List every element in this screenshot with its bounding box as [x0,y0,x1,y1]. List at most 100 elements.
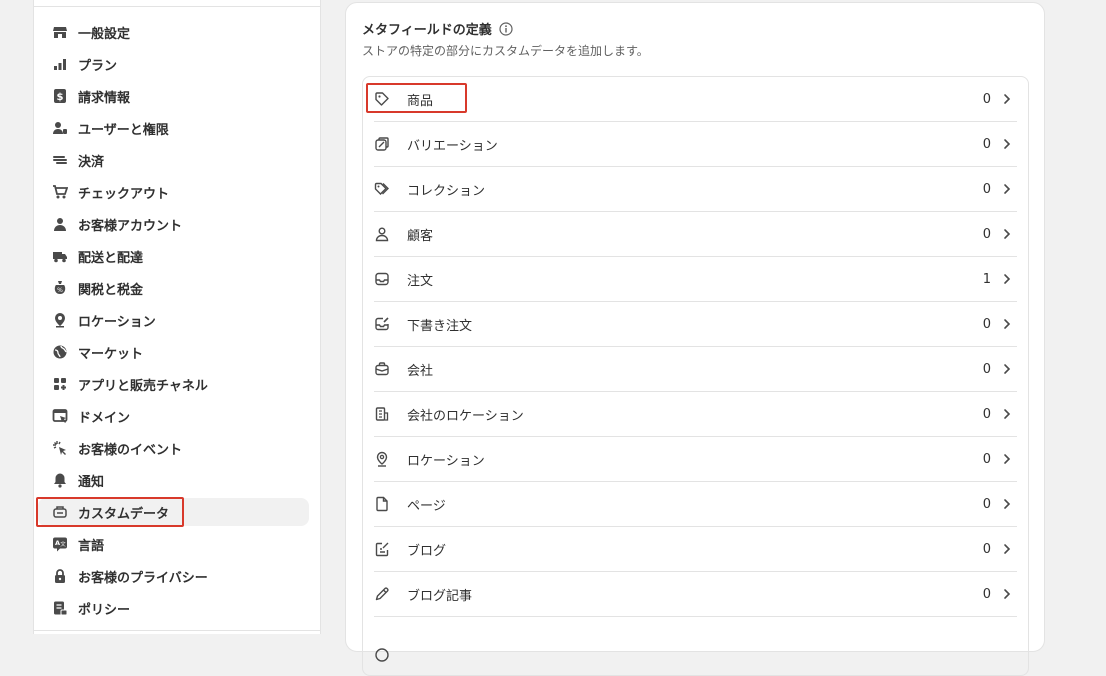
chevron-right-icon [1001,93,1013,105]
settings-sidebar: 一般設定 プラン $ 請求情報 ユーザーと権限 決済 チェックアウト お客様アカ… [33,0,321,634]
sidebar-item-domains[interactable]: ドメイン [38,402,309,430]
resource-row-count: 0 [982,181,991,197]
sidebar-item-label: カスタムデータ [78,506,170,522]
resource-row-label: 商品 [407,93,434,109]
resource-row-label: コレクション [407,183,486,199]
sidebar-item-label: アプリと販売チャネル [78,378,208,394]
chevron-right-icon [1001,453,1013,465]
sidebar-item-customer-accounts[interactable]: お客様アカウント [38,210,309,238]
chevron-right-icon [1001,318,1013,330]
resource-row-draft-orders[interactable]: 下書き注文 0 [374,302,1017,347]
resource-row-variants[interactable]: バリエーション 0 [374,122,1017,167]
sidebar-divider-top [34,6,320,7]
resource-row-count: 0 [982,136,991,152]
sidebar-item-label: 請求情報 [78,90,131,106]
sidebar-item-label: マーケット [78,346,144,362]
sidebar-item-checkout[interactable]: チェックアウト [38,178,309,206]
truck-icon [52,248,68,264]
lock-icon [52,568,68,584]
resource-row-company-locations[interactable]: 会社のロケーション 0 [374,392,1017,437]
policy-icon [52,600,68,616]
resource-row-count: 0 [982,406,991,422]
sidebar-item-label: 配送と配達 [78,250,144,266]
chevron-right-icon [1001,408,1013,420]
collection-tags-icon [374,181,390,197]
resource-row-label: 注文 [407,273,434,289]
store-icon [52,24,68,40]
resource-row-label: バリエーション [407,138,498,154]
bell-icon [52,472,68,488]
resource-row-locations[interactable]: ロケーション 0 [374,437,1017,482]
sidebar-item-taxes[interactable]: % 関税と税金 [38,274,309,302]
sidebar-item-locations[interactable]: ロケーション [38,306,309,334]
sidebar-item-apps[interactable]: アプリと販売チャネル [38,370,309,398]
sidebar-item-label: チェックアウト [78,186,170,202]
sidebar-item-label: お客様アカウント [78,218,183,234]
resource-row-count: 0 [982,496,991,512]
metafield-definitions-card: メタフィールドの定義 ストアの特定の部分にカスタムデータを追加します。 商品 0… [345,2,1045,676]
resource-row-blogs[interactable]: ブログ 0 [374,527,1017,572]
sidebar-item-general[interactable]: 一般設定 [38,18,309,46]
sidebar-item-plan[interactable]: プラン [38,50,309,78]
resource-row-count: 0 [982,361,991,377]
chevron-right-icon [1001,228,1013,240]
order-inbox-icon [374,271,390,287]
resource-row-count: 1 [982,271,991,287]
sidebar-item-label: プラン [78,58,118,74]
svg-text:$: $ [57,92,64,103]
sidebar-item-notifications[interactable]: 通知 [38,466,309,494]
company-icon [374,361,390,377]
chevron-right-icon [1001,273,1013,285]
resource-row-label: 下書き注文 [407,318,473,334]
card-subtitle: ストアの特定の部分にカスタムデータを追加します。 [362,44,649,58]
resource-row-count: 0 [982,451,991,467]
sidebar-item-custom-data[interactable]: カスタムデータ [38,498,309,526]
sidebar-divider-bottom [34,630,320,631]
info-icon[interactable] [499,21,513,36]
resource-row-count: 0 [982,541,991,557]
chevron-right-icon [1001,498,1013,510]
sidebar-item-label: 決済 [78,154,105,170]
resource-row-label: 会社のロケーション [407,408,524,424]
resource-row-products[interactable]: 商品 0 [374,77,1017,122]
card-title: メタフィールドの定義 [362,19,513,38]
resource-row-orders[interactable]: 注文 1 [374,257,1017,302]
sidebar-item-users[interactable]: ユーザーと権限 [38,114,309,142]
sidebar-item-shipping[interactable]: 配送と配達 [38,242,309,270]
person-icon [52,216,68,232]
resource-row-blog-posts[interactable]: ブログ記事 0 [374,572,1017,617]
sidebar-item-label: ロケーション [78,314,156,330]
sidebar-item-customer-privacy[interactable]: お客様のプライバシー [38,562,309,590]
company-location-icon [374,406,390,422]
sidebar-item-label: お客様のイベント [78,442,183,458]
sidebar-item-markets[interactable]: マーケット [38,338,309,366]
svg-text:文: 文 [60,540,66,548]
chevron-right-icon [1001,183,1013,195]
sidebar-item-label: ユーザーと権限 [78,122,169,138]
sidebar-item-label: 一般設定 [78,26,131,42]
location-pin-icon [52,312,68,328]
location-pin-icon [374,451,390,467]
draft-order-icon [374,316,390,332]
domain-icon [52,408,68,424]
resource-row-collections[interactable]: コレクション 0 [374,167,1017,212]
svg-text:%: % [57,287,63,294]
sidebar-item-billing[interactable]: $ 請求情報 [38,82,309,110]
resource-row-count: 0 [982,316,991,332]
sidebar-item-payments[interactable]: 決済 [38,146,309,174]
resource-row-customers[interactable]: 顧客 0 [374,212,1017,257]
resource-row-label: 会社 [407,363,434,379]
sidebar-item-policies[interactable]: ポリシー [38,594,309,622]
pencil-icon [374,586,390,602]
resource-row-partial[interactable] [374,617,1017,662]
sidebar-item-languages[interactable]: A文 言語 [38,530,309,558]
customer-icon [374,226,390,242]
cursor-click-icon [52,440,68,456]
payments-icon [52,152,68,168]
sidebar-item-customer-events[interactable]: お客様のイベント [38,434,309,462]
chevron-right-icon [1001,588,1013,600]
sidebar-item-label: 通知 [78,474,105,490]
resource-row-companies[interactable]: 会社 0 [374,347,1017,392]
chevron-right-icon [1001,363,1013,375]
resource-row-pages[interactable]: ページ 0 [374,482,1017,527]
